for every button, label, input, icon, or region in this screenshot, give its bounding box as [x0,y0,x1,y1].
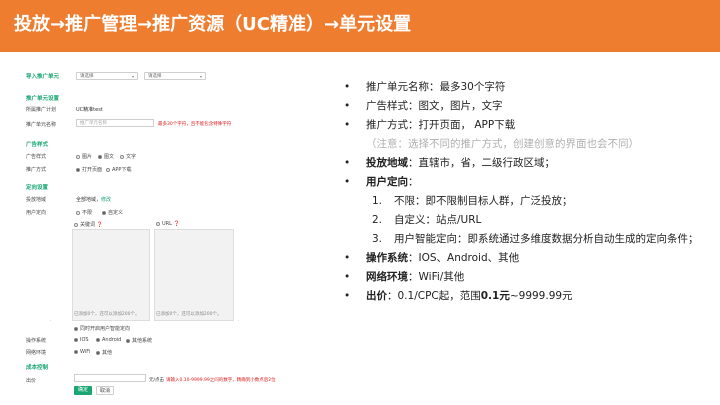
bid-hint: 请输入0.10-9999.99之间的数字，精确到小数点后2位 [166,378,276,383]
bullet-icon: • [344,157,351,169]
user-targeting-label: 用户定向 [26,210,47,216]
checkbox-icon [74,326,78,331]
keyword-count: 已添加0个，还可以添加200个。 [74,312,140,317]
list-item: • 用户定向： [344,176,419,188]
region-value: 全部地域，修改 [76,197,112,203]
os-option-ios[interactable]: IOS [74,337,89,343]
url-count: 已添加0个，还可以添加200个。 [156,312,222,317]
method-option-open-page[interactable]: 打开页面 [76,166,102,173]
bid-unit: 元/点击 [149,378,165,383]
bullet-icon: • [344,119,351,131]
import-select-2[interactable]: 请选择 ▾ [144,72,206,80]
bullet-icon: • [344,176,351,188]
checkbox-icon [96,350,100,355]
network-label: 网络环境 [26,350,47,356]
plan-label: 所属推广计划 [26,107,57,113]
divider-dot: · [50,318,52,323]
bullet-icon: • [344,290,351,302]
radio-icon [76,210,80,215]
net-option-other[interactable]: 其他 [96,349,112,356]
section-targeting: 定向设置 [26,185,49,191]
chevron-down-icon: ▾ [131,74,134,79]
radio-icon [76,154,80,159]
bullet-icon: • [344,100,351,112]
checkbox-icon [74,337,78,342]
bullet-icon: • [344,81,351,93]
smart-targeting-checkbox[interactable]: 同时开启用户智能定向 [74,325,130,332]
title-bar: 投放→推广管理→推广资源（UC精准）→单元设置 [0,0,720,52]
plan-value: UC精准test [76,107,103,113]
user-option-custom[interactable]: 自定义 [102,209,123,216]
list-item: • 推广方式：打开页面， APP下载 [344,119,516,131]
style-option-text[interactable]: 文字 [120,153,136,160]
sub-item: 3. 用户智能定向：即系统通过多维度数据分析自动生成的定向条件； [372,233,699,245]
checkbox-icon [74,349,78,354]
checkbox-icon [126,338,130,343]
list-item: • 网络环境：WiFi/其他 [344,271,465,283]
checkbox-icon [96,337,100,342]
os-option-other[interactable]: 其他系统 [126,337,152,344]
unit-name-hint: 最多30个字符，且不能包含特殊字符 [158,122,232,127]
import-unit-label: 导入推广单元 [26,74,60,80]
section-ad-style: 广告样式 [26,142,49,148]
user-option-unlimited[interactable]: 不限 [76,209,92,216]
unit-settings-form: 导入推广单元 请选择 ▾ 请选择 ▾ 推广单元设置 所属推广计划 UC精准test … [26,68,326,398]
os-label: 操作系统 [26,338,47,344]
bid-input[interactable] [74,374,146,382]
radio-icon [102,210,106,215]
bid-label: 出价 [26,378,37,384]
checkbox-icon [74,222,78,227]
ad-style-label: 广告样式 [26,154,47,160]
net-option-wifi[interactable]: WiFi [74,349,90,355]
help-icon: ❓ [173,221,180,227]
cancel-button[interactable]: 取消 [96,386,114,395]
sub-item: 1. 不限：即不限制目标人群，广泛投放； [372,195,573,207]
radio-icon [120,154,124,159]
chevron-down-icon: ▾ [199,74,202,79]
ok-button[interactable]: 确定 [74,386,92,395]
style-option-image[interactable]: 图片 [76,153,92,160]
keyword-box-header[interactable]: 关键词 ❓ [74,221,103,228]
list-item: • 广告样式：图文，图片，文字 [344,100,503,112]
region-edit-link[interactable]: 修改 [101,197,111,203]
divider-dot: · [238,318,240,323]
keyword-textarea[interactable] [72,229,150,321]
method-label: 推广方式 [26,167,47,173]
note-text: （注意：选择不同的推广方式，创建创意的界面也会不同） [366,138,639,150]
radio-icon [106,167,110,172]
style-option-image-text[interactable]: 图文 [98,153,114,160]
sub-item: 2. 自定义：站点/URL [372,214,482,226]
section-cost-control: 成本控制 [26,365,49,371]
radio-icon [98,154,102,159]
list-item: • 出价：0.1/CPC起，范围0.1元~9999.99元 [344,290,573,302]
url-box-header[interactable]: URL ❓ [156,221,180,227]
section-unit-settings: 推广单元设置 [26,96,60,102]
bullet-icon: • [344,271,351,283]
radio-icon [76,167,80,172]
page-title: 投放→推广管理→推广资源（UC精准）→单元设置 [14,14,412,35]
unit-name-label: 推广单元名称 [26,122,57,128]
checkbox-icon [156,221,160,226]
method-option-app-download[interactable]: APP下载 [106,166,131,173]
list-item: • 操作系统：IOS、Android、其他 [344,252,520,264]
list-item: • 推广单元名称：最多30个字符 [344,81,506,93]
import-select-1[interactable]: 请选择 ▾ [76,72,138,80]
bullet-icon: • [344,252,351,264]
os-option-android[interactable]: Android [96,337,121,343]
region-label: 投放地域 [26,197,47,203]
list-item: • 投放地域：直辖市，省，二级行政区域； [344,157,555,169]
unit-name-input[interactable]: 推广单元名称 [76,119,154,127]
url-textarea[interactable] [154,229,234,321]
help-icon: ❓ [96,222,103,228]
